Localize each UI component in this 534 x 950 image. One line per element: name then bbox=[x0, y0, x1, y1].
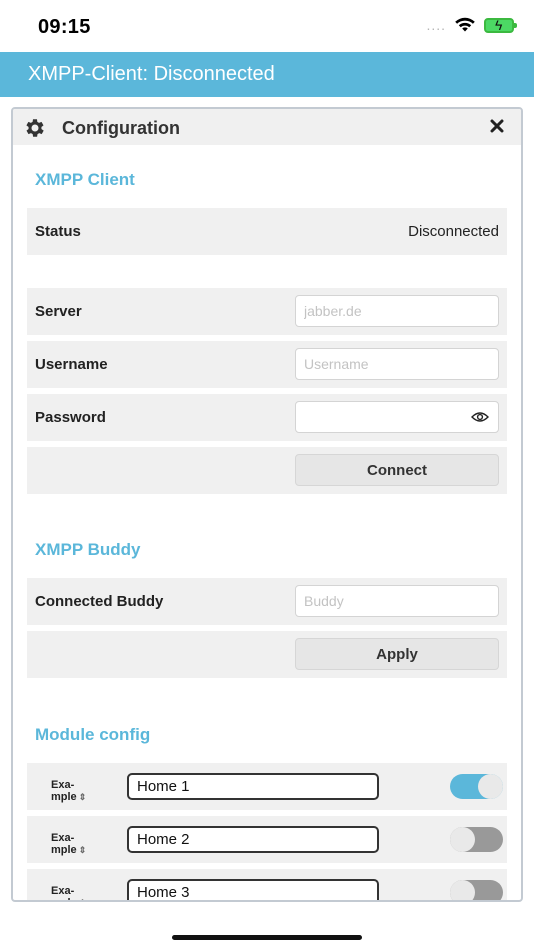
configuration-panel: Configuration XMPP Client Status Disconn… bbox=[11, 107, 523, 902]
battery-icon: ϟ bbox=[484, 16, 517, 33]
close-icon[interactable] bbox=[489, 118, 505, 134]
sort-icon[interactable]: ⇕ bbox=[79, 845, 87, 855]
app-header: XMPP-Client: Disconnected bbox=[0, 52, 534, 97]
status-bar: 09:15 .... ϟ bbox=[0, 0, 534, 52]
status-row: Status Disconnected bbox=[27, 208, 507, 255]
sort-icon[interactable]: ⇕ bbox=[79, 898, 87, 900]
module-label[interactable]: Exa- mple⇕ bbox=[51, 779, 86, 803]
buddy-label: Connected Buddy bbox=[35, 593, 164, 610]
sort-icon[interactable]: ⇕ bbox=[79, 792, 87, 802]
module-label-line1: Exa- bbox=[51, 885, 75, 897]
username-label: Username bbox=[35, 356, 108, 373]
xmpp-client-section-title: XMPP Client bbox=[35, 170, 135, 189]
module-label-line2: mple bbox=[51, 791, 77, 803]
status-value: Disconnected bbox=[408, 223, 499, 240]
status-indicators: .... ϟ bbox=[426, 16, 517, 33]
password-row: Password bbox=[27, 394, 507, 441]
status-label: Status bbox=[35, 223, 81, 240]
server-label: Server bbox=[35, 303, 82, 320]
toggle-knob bbox=[478, 774, 503, 799]
username-row: Username bbox=[27, 341, 507, 388]
apply-row: Apply bbox=[27, 631, 507, 678]
module-name-input[interactable] bbox=[127, 826, 379, 853]
module-toggle[interactable] bbox=[450, 774, 503, 799]
status-time: 09:15 bbox=[38, 16, 91, 38]
module-row: Exa- mple⇕ bbox=[27, 869, 507, 900]
panel-header: Configuration bbox=[13, 109, 521, 145]
module-label-line1: Exa- bbox=[51, 779, 75, 791]
charging-bolt-icon: ϟ bbox=[495, 16, 503, 33]
username-input[interactable] bbox=[295, 348, 499, 380]
module-toggle[interactable] bbox=[450, 827, 503, 852]
panel-title: Configuration bbox=[62, 118, 180, 138]
connect-row: Connect bbox=[27, 447, 507, 494]
module-config-section-title: Module config bbox=[35, 725, 151, 744]
module-label[interactable]: Exa- mple⇕ bbox=[51, 832, 86, 856]
xmpp-buddy-section-title: XMPP Buddy bbox=[35, 540, 141, 559]
server-row: Server bbox=[27, 288, 507, 335]
module-label-line2: mple bbox=[51, 844, 77, 856]
password-input[interactable] bbox=[295, 401, 499, 433]
module-toggle[interactable] bbox=[450, 880, 503, 900]
module-label-line2: mple bbox=[51, 897, 77, 900]
password-label: Password bbox=[35, 409, 106, 426]
module-row: Exa- mple⇕ bbox=[27, 816, 507, 863]
signal-icon: .... bbox=[426, 17, 446, 33]
gear-icon bbox=[26, 119, 44, 137]
app-title: XMPP-Client: Disconnected bbox=[28, 63, 275, 85]
module-name-input[interactable] bbox=[127, 879, 379, 900]
module-label[interactable]: Exa- mple⇕ bbox=[51, 885, 87, 900]
module-row: Exa- mple⇕ bbox=[27, 763, 507, 810]
module-label-line1: Exa- bbox=[51, 832, 75, 844]
apply-button[interactable]: Apply bbox=[295, 638, 499, 670]
module-name-input[interactable] bbox=[127, 773, 379, 800]
connect-button[interactable]: Connect bbox=[295, 454, 499, 486]
eye-icon[interactable] bbox=[471, 411, 489, 423]
server-input[interactable] bbox=[295, 295, 499, 327]
home-indicator[interactable] bbox=[172, 935, 362, 940]
toggle-knob bbox=[450, 880, 475, 900]
buddy-input[interactable] bbox=[295, 585, 499, 617]
wifi-icon bbox=[455, 17, 475, 32]
buddy-row: Connected Buddy bbox=[27, 578, 507, 625]
toggle-knob bbox=[450, 827, 475, 852]
